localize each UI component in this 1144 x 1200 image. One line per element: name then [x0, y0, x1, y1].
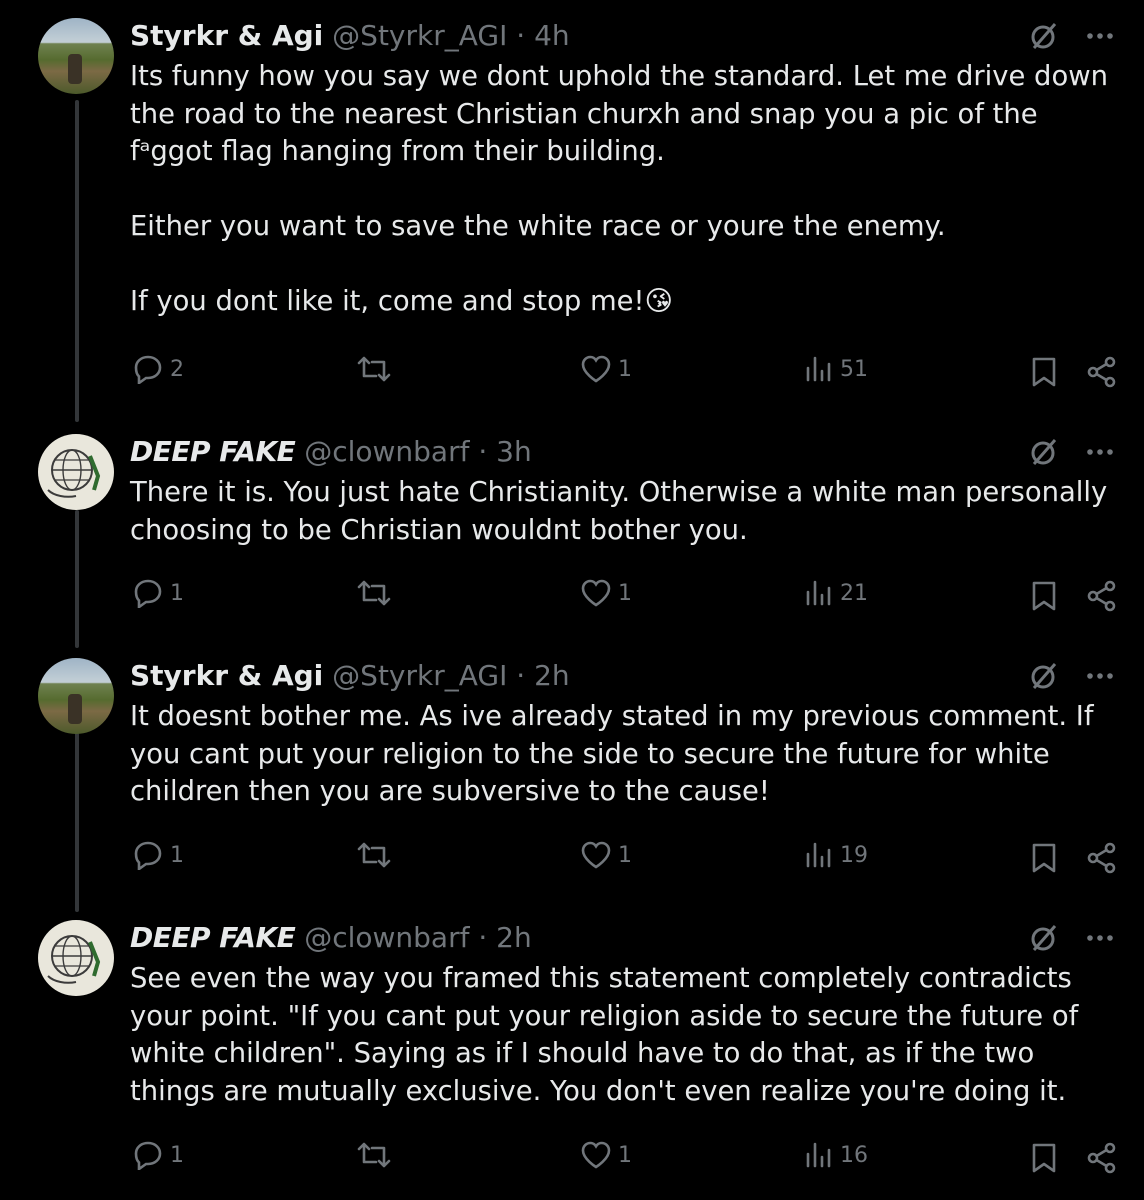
separator: · [516, 19, 526, 52]
post-header: Styrkr & Agi @Styrkr_AGI · 4h [130, 18, 1114, 54]
heart-icon [581, 579, 611, 607]
action-bar: 1 1 21 [132, 578, 1122, 614]
more-options-icon[interactable] [1086, 934, 1114, 942]
view-count: 21 [840, 580, 868, 606]
like-count: 1 [618, 1142, 632, 1168]
like-count: 1 [618, 356, 632, 382]
views-icon [806, 842, 831, 868]
timestamp[interactable]: 2h [534, 659, 570, 692]
bookmark-icon[interactable] [1030, 1142, 1058, 1174]
reply-button[interactable]: 1 [132, 578, 184, 608]
reply-button[interactable]: 1 [132, 840, 184, 870]
like-button[interactable]: 1 [580, 354, 632, 384]
share-icon[interactable] [1086, 356, 1118, 388]
bookmark-icon[interactable] [1030, 356, 1058, 388]
views-icon [806, 356, 831, 382]
action-bar: 2 1 51 [132, 354, 1122, 390]
grok-icon[interactable] [1028, 20, 1060, 52]
share-icon[interactable] [1086, 580, 1118, 612]
user-handle[interactable]: @Styrkr_AGI [332, 19, 507, 52]
avatar[interactable] [38, 658, 114, 734]
views-icon [806, 580, 831, 606]
post-text: See even the way you framed this stateme… [130, 963, 1087, 1107]
repost-button[interactable] [356, 1140, 392, 1170]
globe-drawing-icon [47, 449, 101, 498]
reply-count: 2 [170, 356, 184, 382]
action-bar: 1 1 19 [132, 840, 1122, 876]
post-text: Its funny how you say we dont uphold the… [130, 61, 1108, 317]
reply-count: 1 [170, 842, 184, 868]
like-button[interactable]: 1 [580, 1140, 632, 1170]
repost-icon [357, 356, 391, 382]
bookmark-icon[interactable] [1030, 580, 1058, 612]
separator: · [478, 921, 488, 954]
display-name[interactable]: DEEP FAKE [130, 921, 296, 954]
grok-icon[interactable] [1028, 436, 1060, 468]
reply-icon [134, 841, 162, 870]
repost-button[interactable] [356, 840, 392, 870]
repost-button[interactable] [356, 354, 392, 384]
reply-icon [134, 355, 162, 384]
action-bar: 1 1 16 [132, 1140, 1122, 1176]
grok-icon[interactable] [1028, 660, 1060, 692]
timestamp[interactable]: 3h [496, 435, 532, 468]
user-handle[interactable]: @clownbarf [304, 921, 469, 954]
share-icon[interactable] [1086, 1142, 1118, 1174]
avatar[interactable] [38, 434, 114, 510]
thread-connector [75, 100, 79, 422]
globe-drawing-icon [47, 935, 101, 984]
user-handle[interactable]: @clownbarf [304, 435, 469, 468]
separator: · [516, 659, 526, 692]
view-count: 51 [840, 356, 868, 382]
bookmark-icon[interactable] [1030, 842, 1058, 874]
timestamp[interactable]: 2h [496, 921, 532, 954]
display-name[interactable]: Styrkr & Agi [130, 19, 323, 52]
timestamp[interactable]: 4h [534, 19, 570, 52]
reply-count: 1 [170, 580, 184, 606]
reply-icon [134, 579, 162, 608]
like-count: 1 [618, 580, 632, 606]
post-text: There it is. You just hate Christianity.… [130, 477, 1116, 546]
reply-button[interactable]: 1 [132, 1140, 184, 1170]
more-options-icon[interactable] [1086, 32, 1114, 40]
views-button[interactable]: 21 [804, 578, 868, 608]
repost-icon [357, 842, 391, 868]
reply-count: 1 [170, 1142, 184, 1168]
view-count: 16 [840, 1142, 868, 1168]
like-button[interactable]: 1 [580, 578, 632, 608]
views-icon [806, 1142, 831, 1168]
user-handle[interactable]: @Styrkr_AGI [332, 659, 507, 692]
views-button[interactable]: 16 [804, 1140, 868, 1170]
repost-icon [357, 1142, 391, 1168]
post-header: DEEP FAKE @clownbarf · 3h [130, 434, 1114, 470]
repost-button[interactable] [356, 578, 392, 608]
more-options-icon[interactable] [1086, 672, 1114, 680]
thread-connector [75, 510, 79, 648]
post-header: DEEP FAKE @clownbarf · 2h [130, 920, 1114, 956]
avatar[interactable] [38, 920, 114, 996]
display-name[interactable]: Styrkr & Agi [130, 659, 323, 692]
reply-thread: Styrkr & Agi @Styrkr_AGI · 4h Its funny … [0, 0, 1144, 1200]
grok-icon[interactable] [1028, 922, 1060, 954]
thread-connector [75, 732, 79, 912]
heart-icon [581, 355, 611, 383]
reply-button[interactable]: 2 [132, 354, 184, 384]
reply-icon [134, 1141, 162, 1170]
separator: · [478, 435, 488, 468]
like-count: 1 [618, 842, 632, 868]
views-button[interactable]: 19 [804, 840, 868, 870]
heart-icon [581, 841, 611, 869]
more-options-icon[interactable] [1086, 448, 1114, 456]
display-name[interactable]: DEEP FAKE [130, 435, 296, 468]
like-button[interactable]: 1 [580, 840, 632, 870]
post-header: Styrkr & Agi @Styrkr_AGI · 2h [130, 658, 1114, 694]
post-text: It doesnt bother me. As ive already stat… [130, 701, 1103, 807]
heart-icon [581, 1141, 611, 1169]
views-button[interactable]: 51 [804, 354, 868, 384]
repost-icon [357, 580, 391, 606]
share-icon[interactable] [1086, 842, 1118, 874]
avatar[interactable] [38, 18, 114, 94]
view-count: 19 [840, 842, 868, 868]
